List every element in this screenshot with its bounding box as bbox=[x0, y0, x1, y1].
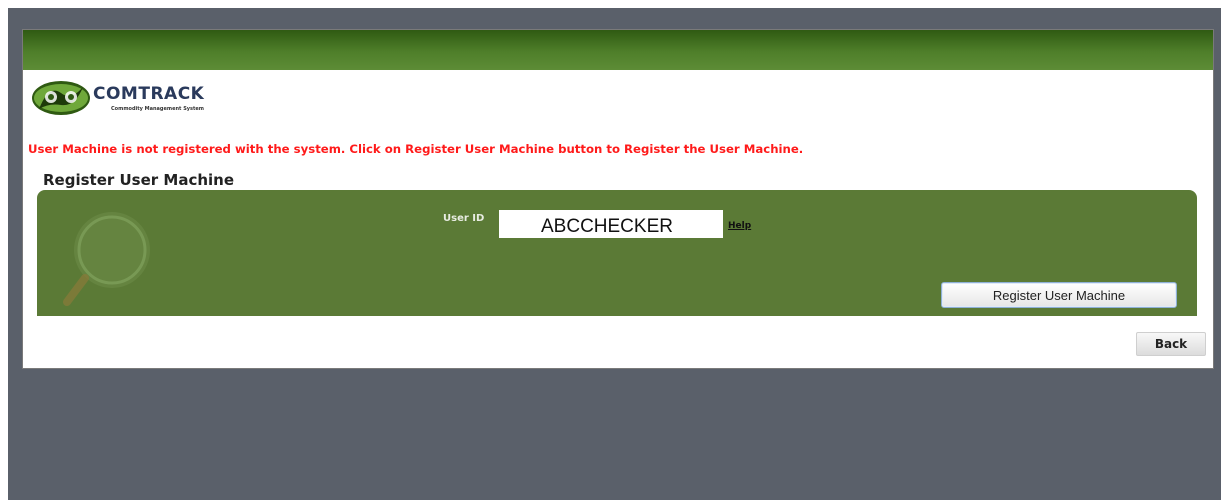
register-machine-dialog: COMTRACK Commodity Management System Use… bbox=[22, 29, 1214, 369]
comtrack-logo: COMTRACK Commodity Management System bbox=[31, 79, 251, 117]
back-button[interactable]: Back bbox=[1136, 332, 1206, 356]
user-id-input[interactable] bbox=[499, 210, 723, 238]
logo-wordmark: COMTRACK bbox=[93, 84, 205, 104]
user-id-label: User ID bbox=[443, 213, 485, 224]
register-user-machine-button[interactable]: Register User Machine bbox=[941, 282, 1177, 308]
help-link[interactable]: Help bbox=[728, 221, 751, 231]
registration-panel: User ID Help Register User Machine bbox=[37, 190, 1197, 316]
magnifier-watermark-icon bbox=[63, 212, 150, 306]
error-message: User Machine is not registered with the … bbox=[28, 142, 804, 156]
section-title: Register User Machine bbox=[43, 171, 235, 189]
header-bar bbox=[23, 30, 1213, 70]
logo-tagline: Commodity Management System bbox=[111, 106, 205, 112]
comtrack-logo-mark-icon bbox=[32, 81, 90, 115]
